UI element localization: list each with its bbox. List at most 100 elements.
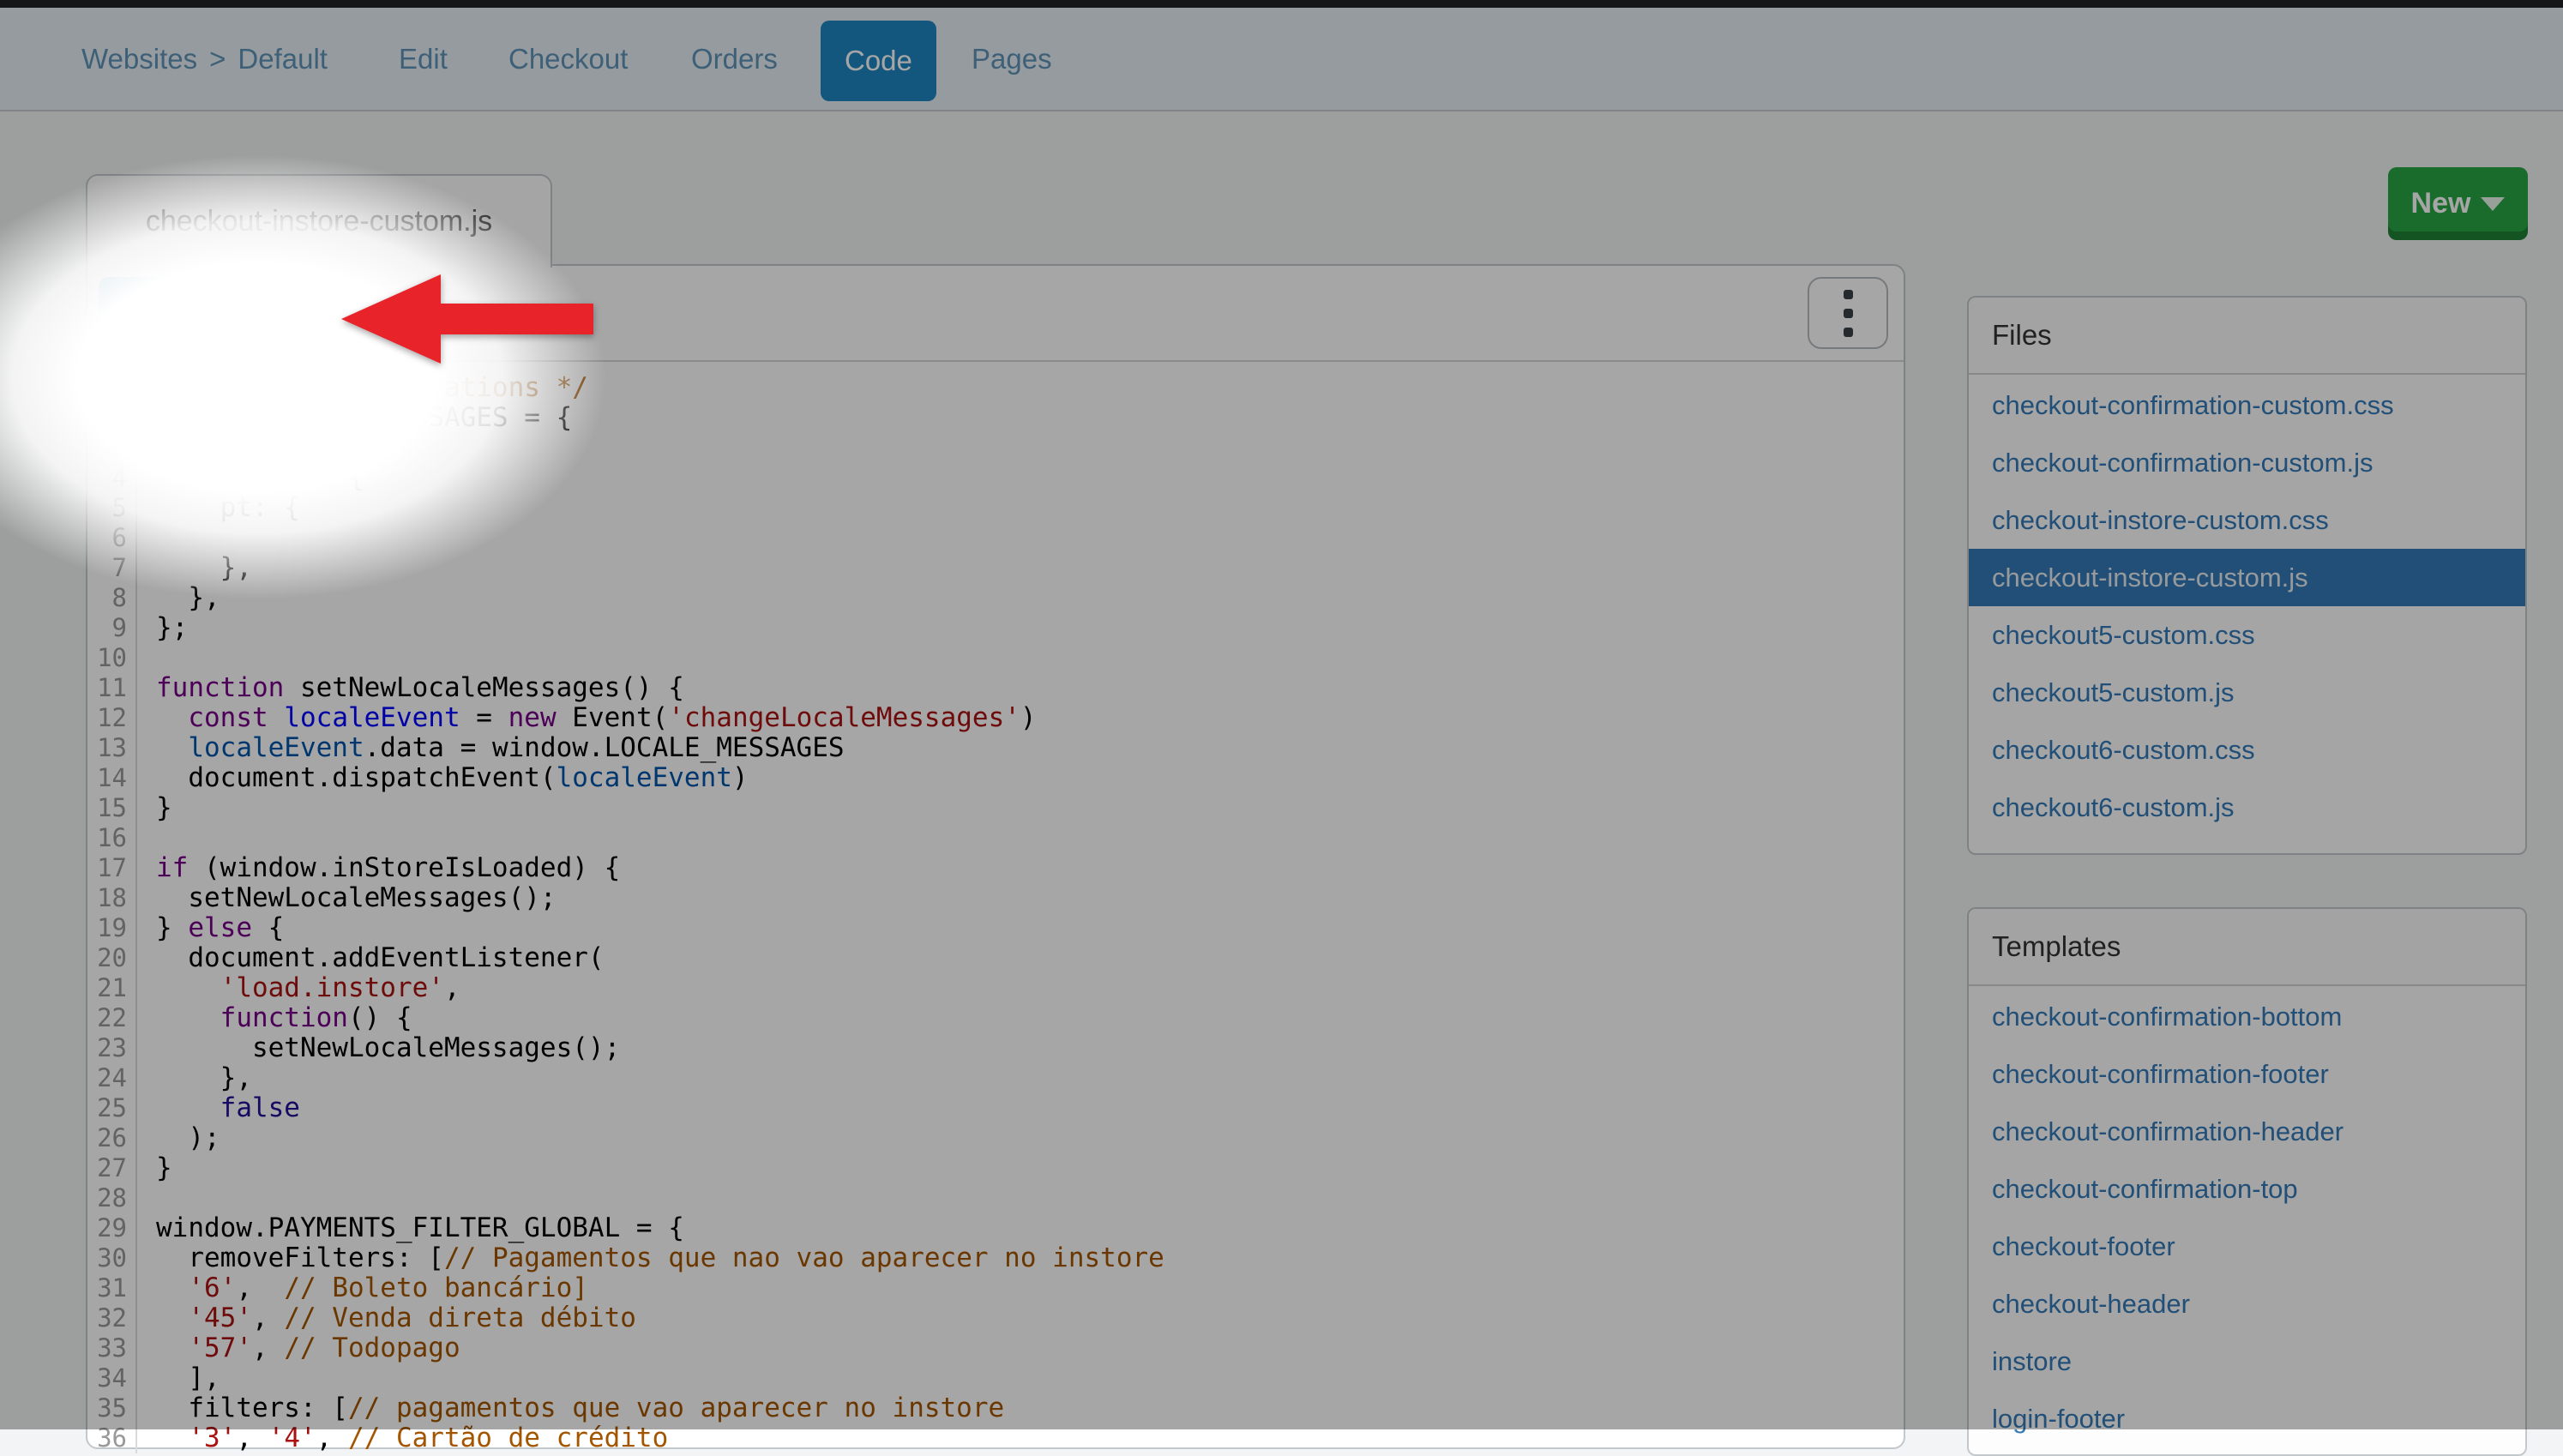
line-number: 15 [97,793,127,822]
template-link[interactable]: checkout-confirmation-top [1969,1160,2525,1218]
line-number: 36 [97,1423,127,1453]
code-content[interactable]: /* Locale configurations */window.LOCALE… [137,362,1164,1453]
breadcrumb-websites[interactable]: Websites [81,43,197,75]
code-line[interactable]: localeEvent.data = window.LOCALE_MESSAGE… [156,733,1164,763]
nav-tab-code-active[interactable]: Code [821,21,936,101]
code-line[interactable]: /* Locale configurations */ [156,373,1164,403]
code-line[interactable]: setNewLocaleMessages(); [156,1033,1164,1063]
code-line[interactable]: if (window.inStoreIsLoaded) { [156,853,1164,883]
editor-toolbar: Save [87,266,1904,362]
template-link[interactable]: login-footer [1969,1390,2525,1447]
nav-tab-orders[interactable]: Orders [691,8,778,110]
line-number: 10 [97,643,127,672]
code-line[interactable] [156,1183,1164,1213]
save-button[interactable]: Save [99,277,251,351]
code-line[interactable]: } [156,1153,1164,1183]
line-number: 11 [97,673,127,702]
code-line[interactable]: function() { [156,1003,1164,1033]
nav-tab-pages[interactable]: Pages [972,8,1052,110]
code-line[interactable]: '3', '4', // Cartão de crédito [156,1423,1164,1453]
code-line[interactable]: setNewLocaleMessages(); [156,883,1164,913]
code-line[interactable]: function setNewLocaleMessages() { [156,673,1164,703]
line-number: 3 [111,433,127,462]
templates-list: checkout-confirmation-bottom checkout-con… [1969,986,2525,1454]
nav-tab-edit[interactable]: Edit [399,8,448,110]
code-line[interactable]: ); [156,1123,1164,1153]
line-number: 13 [97,733,127,762]
code-line[interactable]: } [156,793,1164,823]
file-link[interactable]: checkout-instore-custom.css [1969,491,2525,549]
file-link[interactable]: checkout5-custom.css [1969,606,2525,664]
files-list: checkout-confirmation-custom.css checkout… [1969,375,2525,848]
line-number: 9 [111,613,127,642]
code-line[interactable]: locale: 'en', [156,433,1164,463]
line-number: 16 [97,823,127,852]
breadcrumb-separator: > [209,43,226,75]
line-number: 22 [97,1003,127,1032]
line-number: 12 [97,703,127,732]
template-link[interactable]: checkout-footer [1969,1218,2525,1275]
template-link[interactable]: checkout-header [1969,1275,2525,1333]
template-link[interactable]: instore [1969,1333,2525,1390]
code-line[interactable]: window.PAYMENTS_FILTER_GLOBAL = { [156,1213,1164,1243]
line-number: 29 [97,1213,127,1242]
code-line[interactable]: window.LOCALE_MESSAGES = { [156,403,1164,433]
code-line[interactable]: '45', // Venda direta débito [156,1303,1164,1333]
editor-file-tab[interactable]: checkout-instore-custom.js [86,174,552,268]
code-line[interactable]: }; [156,613,1164,643]
code-line[interactable]: } else { [156,913,1164,943]
kebab-menu-icon[interactable] [1808,277,1888,349]
line-number: 2 [111,403,127,432]
nav-tab-checkout[interactable]: Checkout [508,8,628,110]
code-line[interactable]: }, [156,553,1164,583]
code-line[interactable]: filters: [// pagamentos que vao aparecer… [156,1393,1164,1423]
code-line[interactable]: 'load.instore', [156,973,1164,1003]
code-line[interactable]: pt: { [156,493,1164,523]
code-line[interactable]: '6', // Boleto bancário] [156,1273,1164,1303]
new-button-label: New [2410,187,2471,220]
code-line[interactable]: '57', // Todopago [156,1333,1164,1363]
code-line[interactable]: }, [156,1063,1164,1093]
line-number: 34 [97,1363,127,1393]
line-number: 35 [97,1393,127,1423]
code-line[interactable] [156,523,1164,553]
file-link[interactable]: checkout6-custom.css [1969,721,2525,779]
breadcrumb: Websites > Default [81,8,328,110]
code-line[interactable] [156,823,1164,853]
code-line[interactable] [156,643,1164,673]
line-number: 19 [97,913,127,942]
template-link[interactable]: checkout-confirmation-header [1969,1103,2525,1160]
line-number: 25 [97,1093,127,1122]
line-number: 32 [97,1303,127,1333]
code-line[interactable]: messages: { [156,463,1164,493]
code-line[interactable]: document.dispatchEvent(localeEvent) [156,763,1164,793]
file-link[interactable]: checkout5-custom.js [1969,664,2525,721]
code-editor[interactable]: 1 2 3 4 5 6 7 8 9 10 11 12 13 14 15 16 17 18 19 20 21 22 23 24 2… [87,362,1904,1453]
file-link[interactable]: checkout6-custom.js [1969,779,2525,836]
line-number: 18 [97,883,127,912]
code-line[interactable]: const localeEvent = new Event('changeLoc… [156,703,1164,733]
breadcrumb-default[interactable]: Default [238,43,328,75]
file-link-selected[interactable]: checkout-instore-custom.js [1969,549,2525,606]
line-number: 23 [97,1033,127,1062]
code-line[interactable]: ], [156,1363,1164,1393]
file-link[interactable]: checkout-confirmation-custom.css [1969,376,2525,434]
line-number: 8 [111,583,127,612]
code-line[interactable]: }, [156,583,1164,613]
code-line[interactable]: false [156,1093,1164,1123]
new-button[interactable]: New [2388,167,2528,240]
line-number: 24 [97,1063,127,1092]
line-number-gutter: 1 2 3 4 5 6 7 8 9 10 11 12 13 14 15 16 17 18 19 20 21 22 23 24 2… [87,362,137,1453]
template-link[interactable]: checkout-confirmation-bottom [1969,988,2525,1045]
file-link[interactable]: checkout-confirmation-custom.js [1969,434,2525,491]
line-number: 26 [97,1123,127,1152]
template-link[interactable]: checkout-confirmation-footer [1969,1045,2525,1103]
line-number: 21 [97,973,127,1002]
main-navbar: Websites > Default Edit Checkout Orders Co… [0,8,2563,111]
code-line[interactable]: removeFilters: [// Pagamentos que nao va… [156,1243,1164,1273]
line-number: 28 [97,1183,127,1212]
line-number: 4 [111,463,127,492]
code-line[interactable]: document.addEventListener( [156,943,1164,973]
chevron-down-icon [2481,196,2506,211]
save-icon [113,296,149,332]
